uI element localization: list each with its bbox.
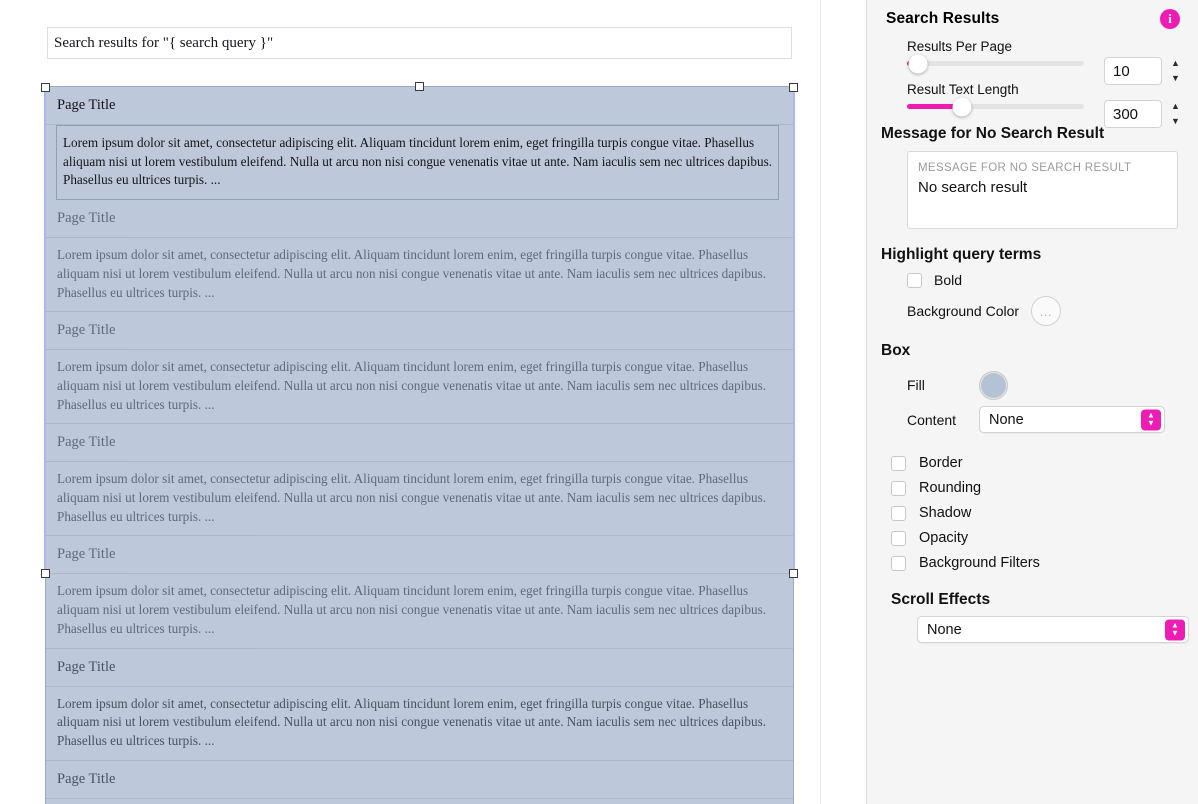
search-result-title: Page Title	[46, 761, 793, 799]
box-option-checkbox[interactable]	[891, 505, 906, 521]
info-icon[interactable]: i	[1160, 9, 1180, 29]
caret-down: ▼	[1147, 418, 1155, 428]
search-result-title: Page Title	[46, 649, 793, 687]
result-text-length-knob[interactable]	[952, 97, 972, 116]
results-per-page-input[interactable]: 10	[1104, 57, 1162, 85]
search-result-item[interactable]: Page TitleLorem ipsum dolor sit amet, co…	[46, 87, 793, 201]
box-option-row[interactable]: Rounding	[891, 480, 1184, 496]
search-result-title: Page Title	[46, 424, 793, 463]
no-search-result-value[interactable]: No search result	[918, 179, 1167, 196]
box-options-list: Border Rounding Shadow Opacity Background Fi…	[881, 455, 1184, 571]
box-option-row[interactable]: Opacity	[891, 530, 1184, 546]
inspector-panel: Search Results i Results Per Page 10 ▲ ▼	[867, 0, 1198, 804]
highlight-background-color-row[interactable]: Background Color …	[907, 296, 1184, 326]
result-text-length-track[interactable]	[907, 97, 1084, 116]
search-result-title: Page Title	[46, 87, 793, 125]
search-result-body: Lorem ipsum dolor sit amet, consectetur …	[46, 574, 793, 649]
results-per-page-label: Results Per Page	[907, 39, 1013, 54]
info-icon-glyph: i	[1168, 11, 1172, 26]
chevron-updown-icon[interactable]: ▲ ▼	[1165, 619, 1185, 640]
box-content-row[interactable]: Content None ▲ ▼	[907, 406, 1184, 433]
box-fill-row[interactable]: Fill	[907, 366, 1184, 404]
design-canvas[interactable]: Search results for "{ search query }" Pa…	[0, 0, 821, 804]
search-result-body: Lorem ipsum dolor sit amet, consectetur …	[46, 238, 793, 313]
box-option-row[interactable]: Background Filters	[891, 555, 1184, 571]
search-heading-element[interactable]: Search results for "{ search query }"	[47, 27, 792, 59]
highlight-bold-label: Bold	[934, 272, 963, 288]
result-text-length-input[interactable]: 300	[1104, 100, 1162, 128]
scroll-effects-row[interactable]: None ▲ ▼	[917, 616, 1189, 643]
selection-handle-top-center[interactable]	[415, 82, 424, 91]
box-option-checkbox[interactable]	[891, 555, 906, 571]
no-search-result-field[interactable]: MESSAGE FOR NO SEARCH RESULT No search r…	[907, 151, 1178, 229]
box-option-label: Background Filters	[919, 555, 1040, 571]
ellipsis-icon[interactable]: …	[1031, 296, 1062, 326]
selection-handle-top-left[interactable]	[41, 83, 50, 92]
box-option-checkbox[interactable]	[891, 530, 906, 546]
chevron-up-icon[interactable]: ▲	[1171, 59, 1180, 68]
results-per-page-track[interactable]	[907, 54, 1084, 73]
search-results-block[interactable]: Page Title Lorem ipsum dolor sit amet, co…	[45, 86, 794, 804]
highlight-bold-checkbox[interactable]	[907, 272, 922, 288]
search-result-item[interactable]: Page TitleLorem ipsum dolor sit amet, co…	[46, 761, 793, 804]
box-section-title: Box	[881, 342, 911, 359]
box-content-label: Content	[907, 411, 957, 428]
search-result-item[interactable]: Page TitleLorem ipsum dolor sit amet, co…	[46, 536, 793, 649]
box-option-checkbox[interactable]	[891, 455, 906, 471]
results-per-page-row: Results Per Page 10 ▲ ▼	[881, 39, 1184, 85]
box-fill-label: Fill	[907, 377, 925, 393]
results-per-page-knob[interactable]	[908, 54, 928, 73]
search-result-body: Lorem ipsum dolor sit amet, consectetur …	[46, 799, 793, 804]
search-result-body: Lorem ipsum dolor sit amet, consectetur …	[56, 125, 779, 201]
highlight-background-color-label: Background Color	[907, 303, 1020, 319]
box-content-select[interactable]: None ▲ ▼	[979, 406, 1165, 433]
selection-handle-top-right[interactable]	[789, 83, 798, 92]
highlight-bold-row[interactable]: Bold	[907, 272, 1184, 288]
box-option-row[interactable]: Shadow	[891, 505, 1184, 521]
search-result-item[interactable]: Page TitleLorem ipsum dolor sit amet, co…	[46, 649, 793, 761]
search-result-title: Page Title	[46, 312, 793, 351]
box-option-checkbox[interactable]	[891, 480, 906, 496]
inspector-title: Search Results	[886, 10, 1000, 27]
selection-edge-right	[793, 87, 795, 574]
search-result-body: Lorem ipsum dolor sit amet, consectetur …	[46, 687, 793, 761]
inspector-header: Search Results i	[881, 0, 1184, 35]
scroll-effects-select[interactable]: None ▲ ▼	[917, 616, 1189, 643]
search-results-list: Page Title Lorem ipsum dolor sit amet, co…	[46, 87, 793, 804]
result-text-length-stepper[interactable]: 300 ▲ ▼	[1104, 99, 1184, 129]
search-result-body: Lorem ipsum dolor sit amet, consectetur …	[46, 350, 793, 425]
search-result-body: Lorem ipsum dolor sit amet, consectetur …	[46, 462, 793, 537]
box-content-selected-value: None	[989, 411, 1024, 428]
scroll-effects-selected-value: None	[927, 621, 962, 638]
selection-handle-bottom-left[interactable]	[41, 569, 50, 578]
search-result-item[interactable]: Page TitleLorem ipsum dolor sit amet, co…	[46, 312, 793, 425]
caret-down: ▼	[1171, 628, 1179, 638]
search-result-title: Page Title	[46, 536, 793, 575]
box-option-label: Rounding	[919, 480, 982, 496]
selection-handle-bottom-right[interactable]	[789, 569, 798, 578]
box-option-label: Opacity	[919, 530, 969, 546]
no-search-result-field-label: MESSAGE FOR NO SEARCH RESULT	[918, 162, 1132, 174]
result-text-length-label: Result Text Length	[907, 82, 1019, 97]
highlight-section-title: Highlight query terms	[881, 246, 1042, 263]
selection-edge-left	[44, 87, 46, 574]
box-option-row[interactable]: Border	[891, 455, 1184, 471]
search-result-title: Page Title	[46, 200, 793, 239]
box-option-label: Shadow	[919, 505, 972, 521]
result-text-length-stepper-arrows[interactable]: ▲ ▼	[1167, 99, 1184, 129]
chevron-up-icon[interactable]: ▲	[1171, 102, 1180, 111]
search-result-item[interactable]: Page TitleLorem ipsum dolor sit amet, co…	[46, 424, 793, 537]
search-result-item[interactable]: Page TitleLorem ipsum dolor sit amet, co…	[46, 200, 793, 313]
box-option-label: Border	[919, 455, 963, 471]
search-heading-text: Search results for "{ search query }"	[54, 34, 274, 51]
box-fill-swatch[interactable]	[979, 370, 1008, 400]
scroll-effects-section-title: Scroll Effects	[891, 591, 991, 608]
chevron-down-icon[interactable]: ▼	[1171, 117, 1180, 126]
chevron-updown-icon[interactable]: ▲ ▼	[1141, 409, 1161, 430]
canvas-gutter	[821, 0, 866, 804]
result-text-length-row: Result Text Length 300 ▲ ▼	[881, 82, 1184, 128]
app-root: Search results for "{ search query }" Pa…	[0, 0, 1198, 804]
